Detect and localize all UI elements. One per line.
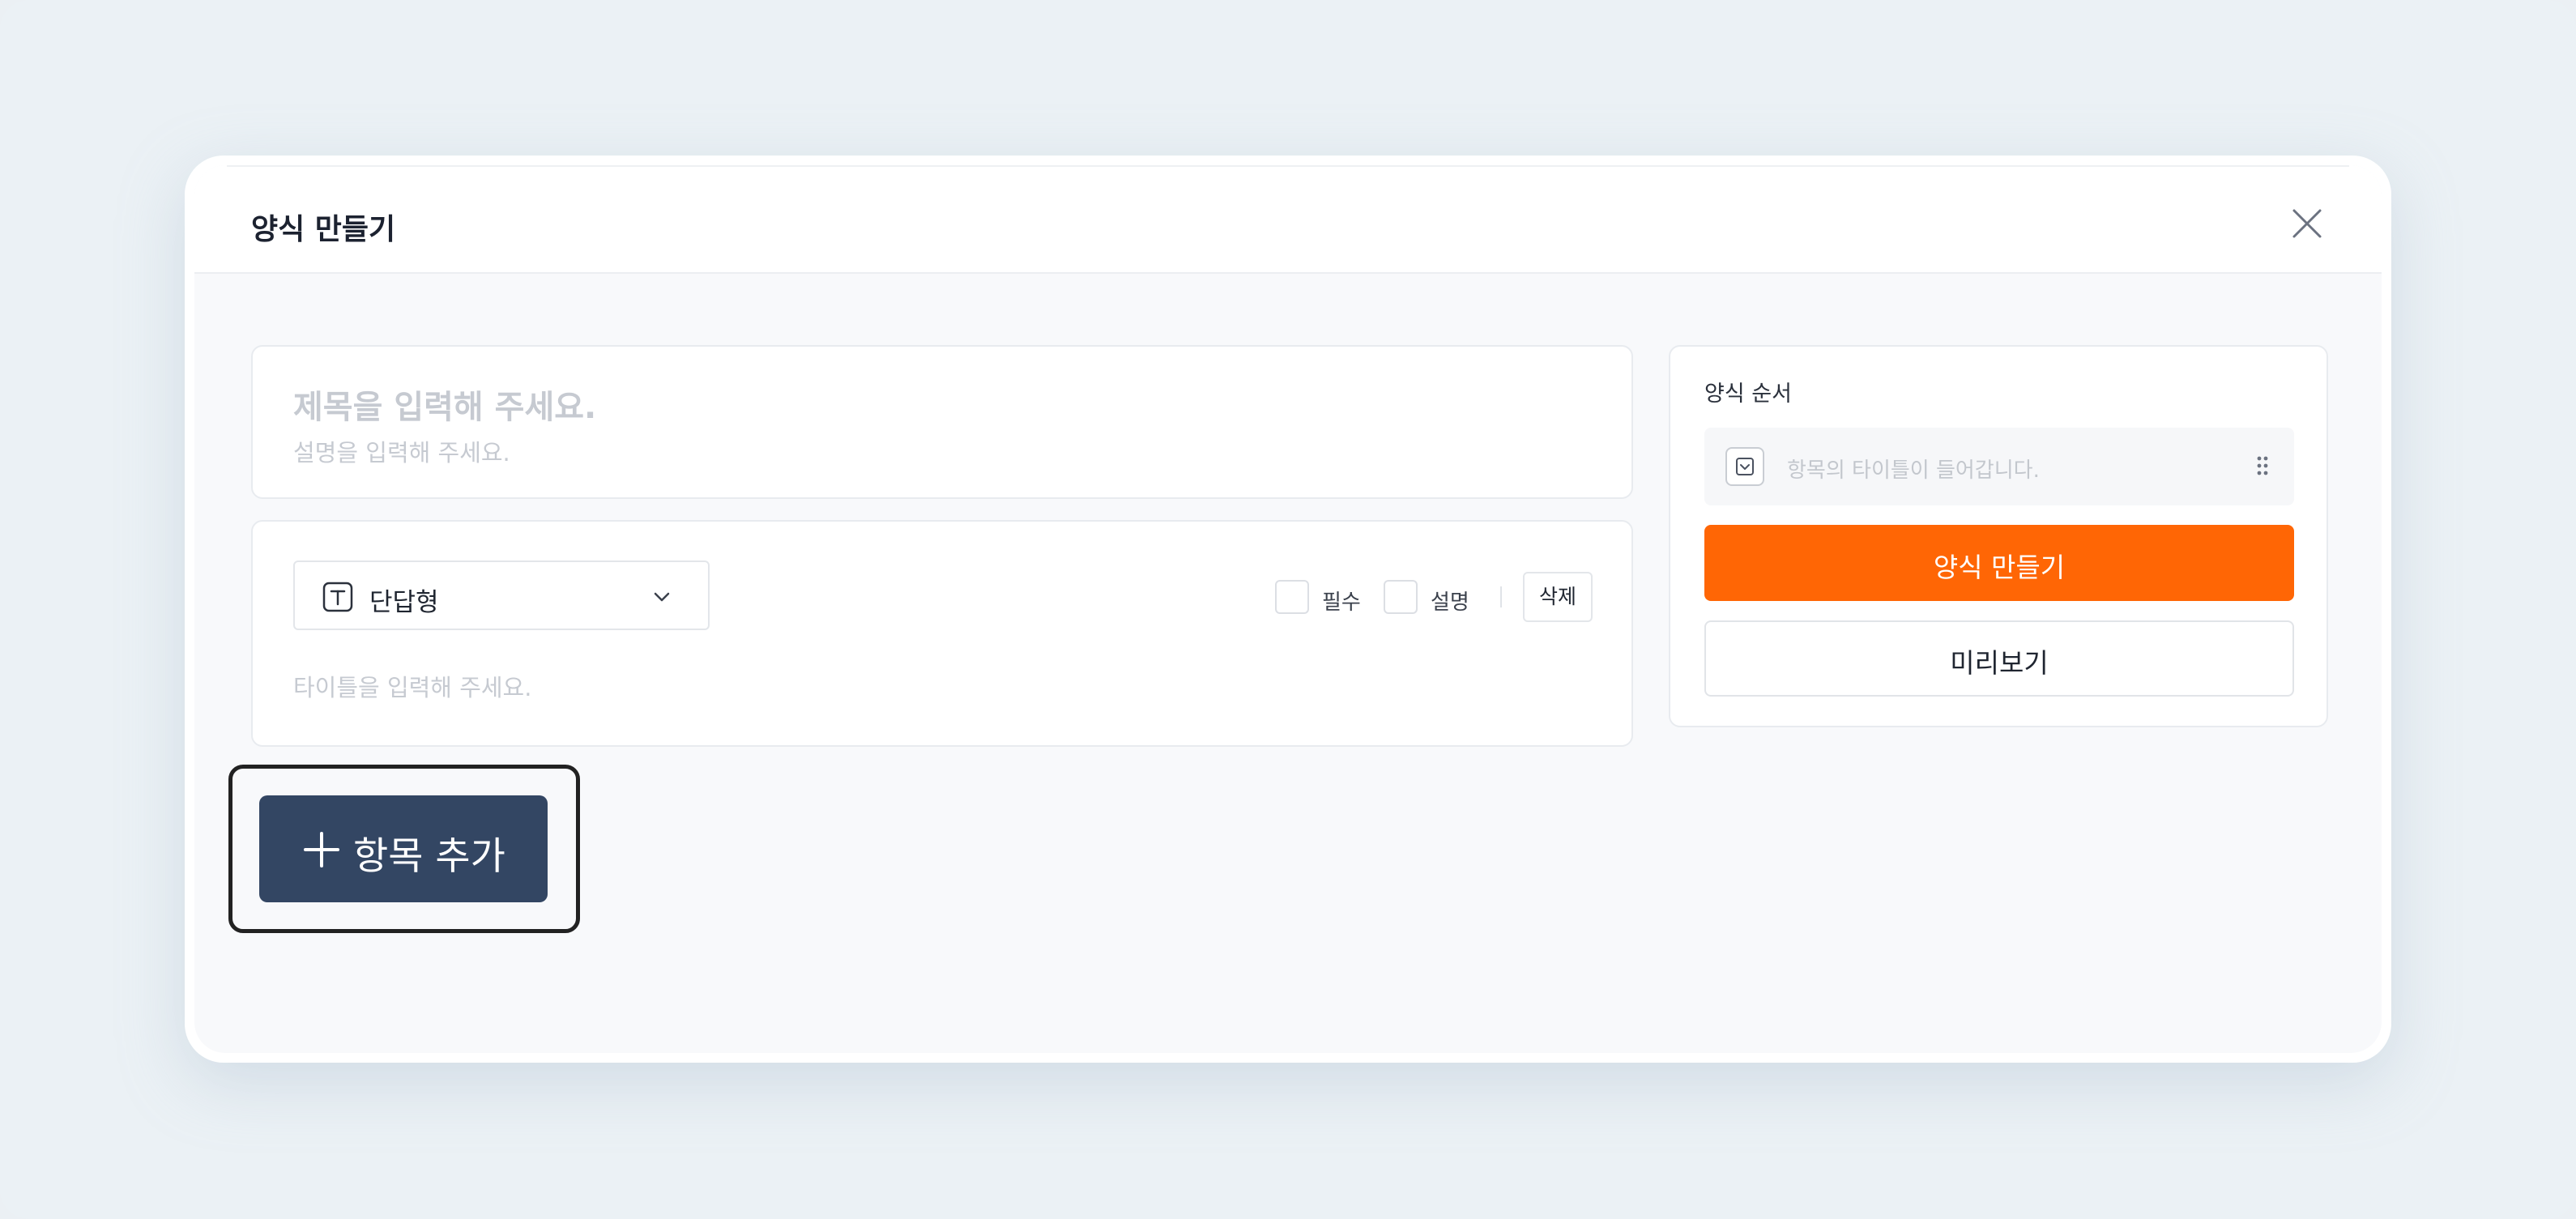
form-description-input[interactable]: 설명을 입력해 주세요. bbox=[293, 434, 510, 468]
close-icon[interactable] bbox=[2289, 206, 2325, 241]
order-panel-title: 양식 순서 bbox=[1704, 381, 1792, 407]
preview-button[interactable]: 미리보기 bbox=[1704, 620, 2294, 697]
add-item-label: 항목 추가 bbox=[353, 834, 505, 879]
text-type-icon bbox=[322, 582, 353, 612]
plus-icon bbox=[304, 832, 339, 867]
description-label: 설명 bbox=[1431, 590, 1469, 615]
required-label: 필수 bbox=[1322, 590, 1361, 615]
background: 양식 만들기 제목을 입력해 주세요. 설명을 입력해 주세요. 단답형 필수 … bbox=[0, 0, 2576, 1219]
order-list-item[interactable]: 항목의 타이틀이 들어갑니다. bbox=[1704, 428, 2294, 505]
drag-handle-icon[interactable] bbox=[2255, 454, 2270, 478]
create-form-button[interactable]: 양식 만들기 bbox=[1704, 525, 2294, 601]
add-item-button[interactable]: 항목 추가 bbox=[259, 795, 548, 902]
modal-header: 양식 만들기 bbox=[194, 165, 2382, 274]
required-checkbox[interactable] bbox=[1275, 580, 1309, 614]
description-checkbox[interactable] bbox=[1384, 580, 1418, 614]
chevron-down-icon bbox=[654, 592, 670, 602]
form-order-panel: 양식 순서 항목의 타이틀이 들어갑니다. 양식 만들기 미리보기 bbox=[1669, 345, 2328, 727]
dropdown-type-icon bbox=[1725, 447, 1764, 486]
item-title-input[interactable]: 타이틀을 입력해 주세요. bbox=[293, 669, 531, 703]
form-title-card: 제목을 입력해 주세요. 설명을 입력해 주세요. bbox=[251, 345, 1633, 499]
item-type-label: 단답형 bbox=[369, 588, 439, 617]
form-title-input[interactable]: 제목을 입력해 주세요. bbox=[293, 381, 596, 428]
form-item-card: 단답형 필수 설명 삭제 타이틀을 입력해 주세요. bbox=[251, 520, 1633, 747]
options-divider bbox=[1500, 586, 1502, 607]
header-top-divider bbox=[227, 165, 2349, 167]
form-builder-modal: 양식 만들기 제목을 입력해 주세요. 설명을 입력해 주세요. 단답형 필수 … bbox=[185, 156, 2391, 1063]
create-form-label: 양식 만들기 bbox=[1933, 552, 2066, 583]
order-item-title: 항목의 타이틀이 들어갑니다. bbox=[1787, 458, 2040, 483]
item-type-select[interactable]: 단답형 bbox=[293, 560, 710, 630]
modal-body: 양식 만들기 제목을 입력해 주세요. 설명을 입력해 주세요. 단답형 필수 … bbox=[194, 165, 2382, 1053]
preview-label: 미리보기 bbox=[1950, 647, 2049, 679]
delete-item-button[interactable]: 삭제 bbox=[1523, 572, 1593, 622]
item-options: 필수 설명 삭제 bbox=[1275, 572, 1593, 622]
modal-title: 양식 만들기 bbox=[251, 213, 396, 246]
